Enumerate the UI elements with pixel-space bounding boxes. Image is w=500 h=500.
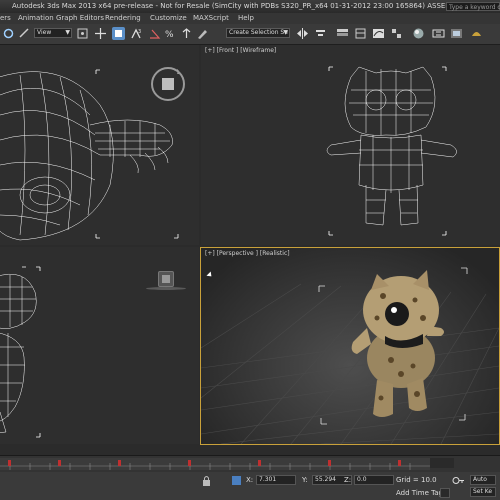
z-coordinate-field[interactable]: 0.0 [354,475,394,485]
perspective-scene [201,267,499,444]
x-coordinate-field[interactable]: 7.301 [256,475,296,485]
spinner-snap-icon[interactable] [180,27,193,40]
z-label: Z: [344,476,352,484]
play-icon[interactable] [440,488,450,498]
viewport-label-perspective[interactable]: [+] [Perspective ] [Realistic] [205,250,290,257]
add-time-tag-button[interactable]: Add Time Tag [396,489,443,497]
angle-snap-icon[interactable] [148,27,161,40]
time-ruler [0,460,430,470]
y-label: Y: [302,476,308,484]
select-object-icon[interactable] [112,27,125,40]
main-toolbar: View ▼ 3 % Create Selection Se ▼ [0,24,500,45]
select-link-icon[interactable] [2,27,15,40]
reference-coordinate-dropdown[interactable]: View ▼ [34,28,72,38]
viewport-side[interactable] [0,247,199,444]
timeline[interactable] [0,455,500,473]
move-icon[interactable] [94,27,107,40]
lock-icon[interactable] [200,474,210,486]
auto-key-button[interactable]: Auto [470,475,496,485]
viewport-front[interactable]: [+] [Front ] [Wireframe] [201,45,500,245]
x-label: X: [246,476,254,484]
grid-readout: Grid = 10.0 [396,476,437,484]
mirror-icon[interactable] [296,27,309,40]
snap-toggle-icon[interactable]: 3 [130,27,143,40]
edit-named-selection-icon[interactable] [196,27,209,40]
character-model [351,270,444,417]
render-production-icon[interactable] [470,27,483,40]
absolute-mode-icon[interactable] [230,474,241,485]
menu-item-rendering[interactable]: Rendering [105,14,141,22]
viewport-perspective[interactable]: [+] [Perspective ] [Realistic] [200,247,500,445]
curve-editor-icon[interactable] [372,27,385,40]
chevron-down-icon: ▼ [283,29,288,36]
key-filter-panel[interactable] [430,458,454,468]
layer-manager-icon[interactable] [336,27,349,40]
rendered-frame-window-icon[interactable] [450,27,463,40]
align-icon[interactable] [314,27,327,40]
menu-item-graph-editors[interactable]: Graph Editors [56,14,104,22]
unlink-icon[interactable] [18,27,31,40]
menu-item-animation[interactable]: Animation [18,14,54,22]
viewcube-icon[interactable] [158,271,174,287]
wireframe-front-character [326,66,457,236]
chevron-down-icon: ▼ [65,29,70,36]
menu-item-group[interactable]: ers [0,14,11,22]
selection-set-value: Create Selection Se [229,29,288,36]
menu-item-help[interactable]: Help [238,14,254,22]
time-slider-track[interactable] [0,458,430,470]
svg-text:%: % [165,30,174,40]
view-dropdown-value: View [37,29,52,36]
named-selection-set-dropdown[interactable]: Create Selection Se ▼ [226,28,290,38]
viewport-top-left[interactable] [0,45,199,245]
key-icon[interactable] [452,474,464,484]
render-setup-icon[interactable] [432,27,445,40]
svg-text:3: 3 [138,29,141,35]
set-key-button[interactable]: Set Ke [470,487,496,497]
window-title: Autodesk 3ds Max 2013 x64 pre-release - … [12,2,500,10]
viewcube-icon[interactable] [151,67,185,101]
search-input[interactable]: Type a keyword or [446,2,500,11]
status-bar: X: 7.301 Y: 55.294 Z: 0.0 Grid = 10.0 Ad… [0,472,500,500]
percent-snap-icon[interactable]: % [164,27,177,40]
graphite-tools-icon[interactable] [354,27,367,40]
material-editor-icon[interactable] [412,27,425,40]
pivot-center-icon[interactable] [76,27,89,40]
viewcube-ring [146,287,186,290]
menu-item-maxscript[interactable]: MAXScript [193,14,229,22]
title-bar: Autodesk 3ds Max 2013 x64 pre-release - … [0,0,500,13]
menu-item-customize[interactable]: Customize [150,14,187,22]
schematic-view-icon[interactable] [390,27,403,40]
viewport-label-front[interactable]: [+] [Front ] [Wireframe] [205,47,276,54]
